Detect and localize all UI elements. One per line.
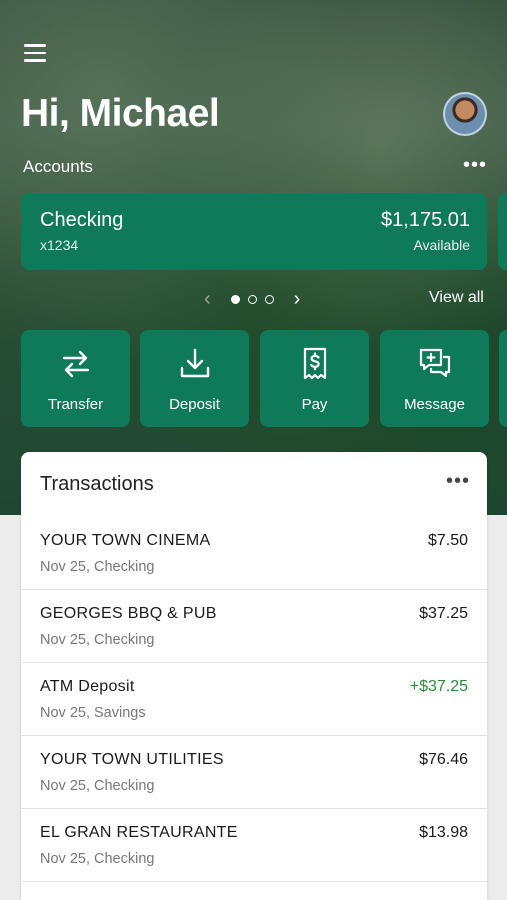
transaction-detail: Nov 25, Checking	[40, 778, 155, 794]
transaction-name: YOUR TOWN CINEMA	[40, 532, 211, 549]
transactions-card: Transactions ••• YOUR TOWN CINEMA Nov 25…	[21, 452, 487, 900]
transactions-title: Transactions	[40, 473, 154, 495]
transaction-amount: $37.25	[419, 605, 468, 622]
deposit-button[interactable]: Deposit	[140, 330, 249, 427]
download-tray-icon	[180, 348, 209, 378]
transaction-detail: Nov 25, Savings	[40, 705, 146, 721]
next-action-peek[interactable]	[499, 330, 507, 427]
transaction-row[interactable]: ATM Deposit Nov 25, Savings +$37.25	[21, 663, 487, 736]
account-card-checking[interactable]: Checking x1234 $1,175.01 Available	[21, 193, 487, 270]
transaction-amount: $13.98	[419, 824, 468, 841]
transaction-name: GEORGES BBQ & PUB	[40, 605, 217, 622]
user-avatar[interactable]	[443, 92, 487, 136]
transaction-detail: Nov 25, Checking	[40, 632, 155, 648]
chevron-right-icon[interactable]: ›	[294, 288, 301, 311]
transaction-detail: Nov 25, Checking	[40, 559, 155, 575]
chevron-left-icon[interactable]: ‹	[204, 288, 211, 311]
account-pager: ‹ ›	[204, 288, 300, 311]
deposit-label: Deposit	[169, 396, 220, 413]
pay-button[interactable]: Pay	[260, 330, 369, 427]
pager-dot-2[interactable]	[247, 295, 257, 304]
transfer-arrows-icon	[62, 350, 89, 378]
transaction-amount: $76.46	[419, 751, 468, 768]
transfer-button[interactable]: Transfer	[21, 330, 130, 427]
next-account-card-peek[interactable]	[498, 193, 507, 270]
accounts-label: Accounts	[23, 157, 93, 176]
view-all-link[interactable]: View all	[429, 289, 484, 307]
transaction-name: ATM Deposit	[40, 678, 135, 695]
more-horizontal-icon[interactable]: •••	[463, 154, 487, 177]
chat-plus-icon	[419, 348, 450, 378]
account-number: x1234	[40, 237, 79, 253]
transaction-detail: Nov 25, Checking	[40, 851, 155, 867]
pager-dot-3[interactable]	[264, 295, 274, 304]
pay-label: Pay	[301, 396, 328, 413]
transaction-amount: $7.50	[427, 532, 468, 549]
greeting-title: Hi, Michael	[21, 92, 220, 135]
transaction-row[interactable]: EL GRAN RESTAURANTE Nov 25, Checking $13…	[21, 809, 487, 882]
dollar-receipt-icon	[303, 347, 326, 380]
message-button[interactable]: Message	[380, 330, 489, 427]
transaction-row[interactable]: YOUR TOWN CINEMA Nov 25, Checking $7.50	[21, 517, 487, 590]
transaction-name: YOUR TOWN UTILITIES	[40, 751, 224, 768]
account-balance-label: Available	[413, 237, 470, 253]
pager-dot-1[interactable]	[230, 295, 240, 304]
more-horizontal-icon[interactable]: •••	[446, 470, 470, 493]
transfer-label: Transfer	[47, 396, 104, 413]
transaction-amount: +$37.25	[409, 678, 468, 695]
message-label: Message	[404, 396, 465, 413]
transaction-name: EL GRAN RESTAURANTE	[40, 824, 238, 841]
transaction-row[interactable]: YOUR TOWN UTILITIES Nov 25, Checking $76…	[21, 736, 487, 809]
hamburger-menu-icon[interactable]	[24, 44, 46, 64]
account-balance: $1,175.01	[381, 209, 470, 231]
account-name: Checking	[40, 209, 124, 231]
transaction-row[interactable]: GEORGES BBQ & PUB Nov 25, Checking $37.2…	[21, 590, 487, 663]
